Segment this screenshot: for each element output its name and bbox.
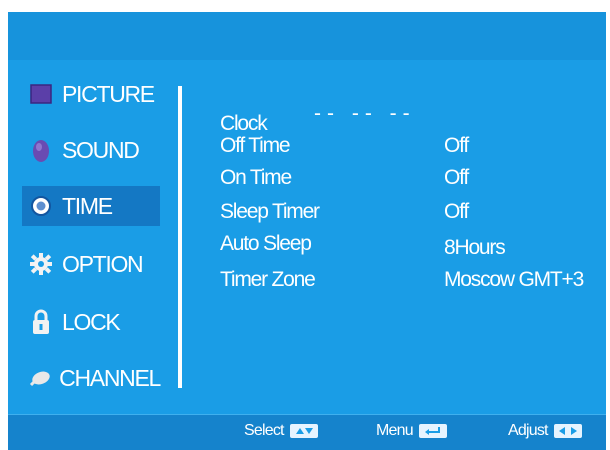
menu-divider (178, 86, 182, 388)
setting-label: Off Time (220, 134, 291, 157)
menu-item-label: OPTION (62, 250, 144, 277)
left-right-key-icon (553, 424, 582, 438)
menu-item-channel[interactable]: CHANNEL (22, 358, 161, 398)
menu-item-time[interactable]: TIME (22, 186, 160, 226)
menu-item-lock[interactable]: LOCK (22, 302, 160, 342)
menu-item-label: TIME (62, 192, 113, 219)
lock-icon (28, 308, 54, 336)
menu-item-label: PICTURE (62, 80, 155, 107)
select-hint-label: Select (244, 422, 284, 439)
setting-label: Timer Zone (220, 268, 316, 291)
clock-label: Clock (220, 112, 268, 135)
menu-hint: Menu (376, 422, 447, 440)
setting-label: On Time (220, 166, 292, 189)
setting-value: Off (444, 200, 469, 223)
menu-item-label: SOUND (62, 136, 140, 163)
return-key-icon (418, 424, 447, 438)
menu-hint-label: Menu (376, 422, 414, 439)
menu-item-label: CHANNEL (59, 364, 161, 391)
menu-item-picture[interactable]: PICTURE (22, 74, 160, 114)
setting-value: Off (444, 134, 469, 157)
adjust-hint-label: Adjust (508, 422, 548, 439)
clock-value: -- -- -- (314, 102, 416, 125)
up-down-key-icon (289, 424, 318, 438)
select-hint: Select (244, 422, 318, 440)
menu-item-label: LOCK (62, 308, 121, 335)
sound-icon (28, 136, 54, 164)
tv-osd-screen: PICTURE SOUND TIME OPTION LOCK CHANNEL C… (8, 12, 606, 450)
clock-icon (28, 192, 54, 220)
picture-icon (28, 80, 54, 108)
setting-value: Off (444, 166, 469, 189)
setting-label: Auto Sleep (220, 232, 312, 255)
menu-item-option[interactable]: OPTION (22, 244, 160, 284)
adjust-hint: Adjust (508, 422, 582, 440)
setting-value: 8Hours (444, 236, 506, 259)
setting-label: Sleep Timer (220, 200, 320, 223)
header-bar (8, 12, 606, 60)
gear-icon (28, 250, 54, 278)
menu-item-sound[interactable]: SOUND (22, 130, 160, 170)
setting-value: Moscow GMT+3 (444, 268, 584, 291)
satellite-icon (28, 364, 51, 392)
